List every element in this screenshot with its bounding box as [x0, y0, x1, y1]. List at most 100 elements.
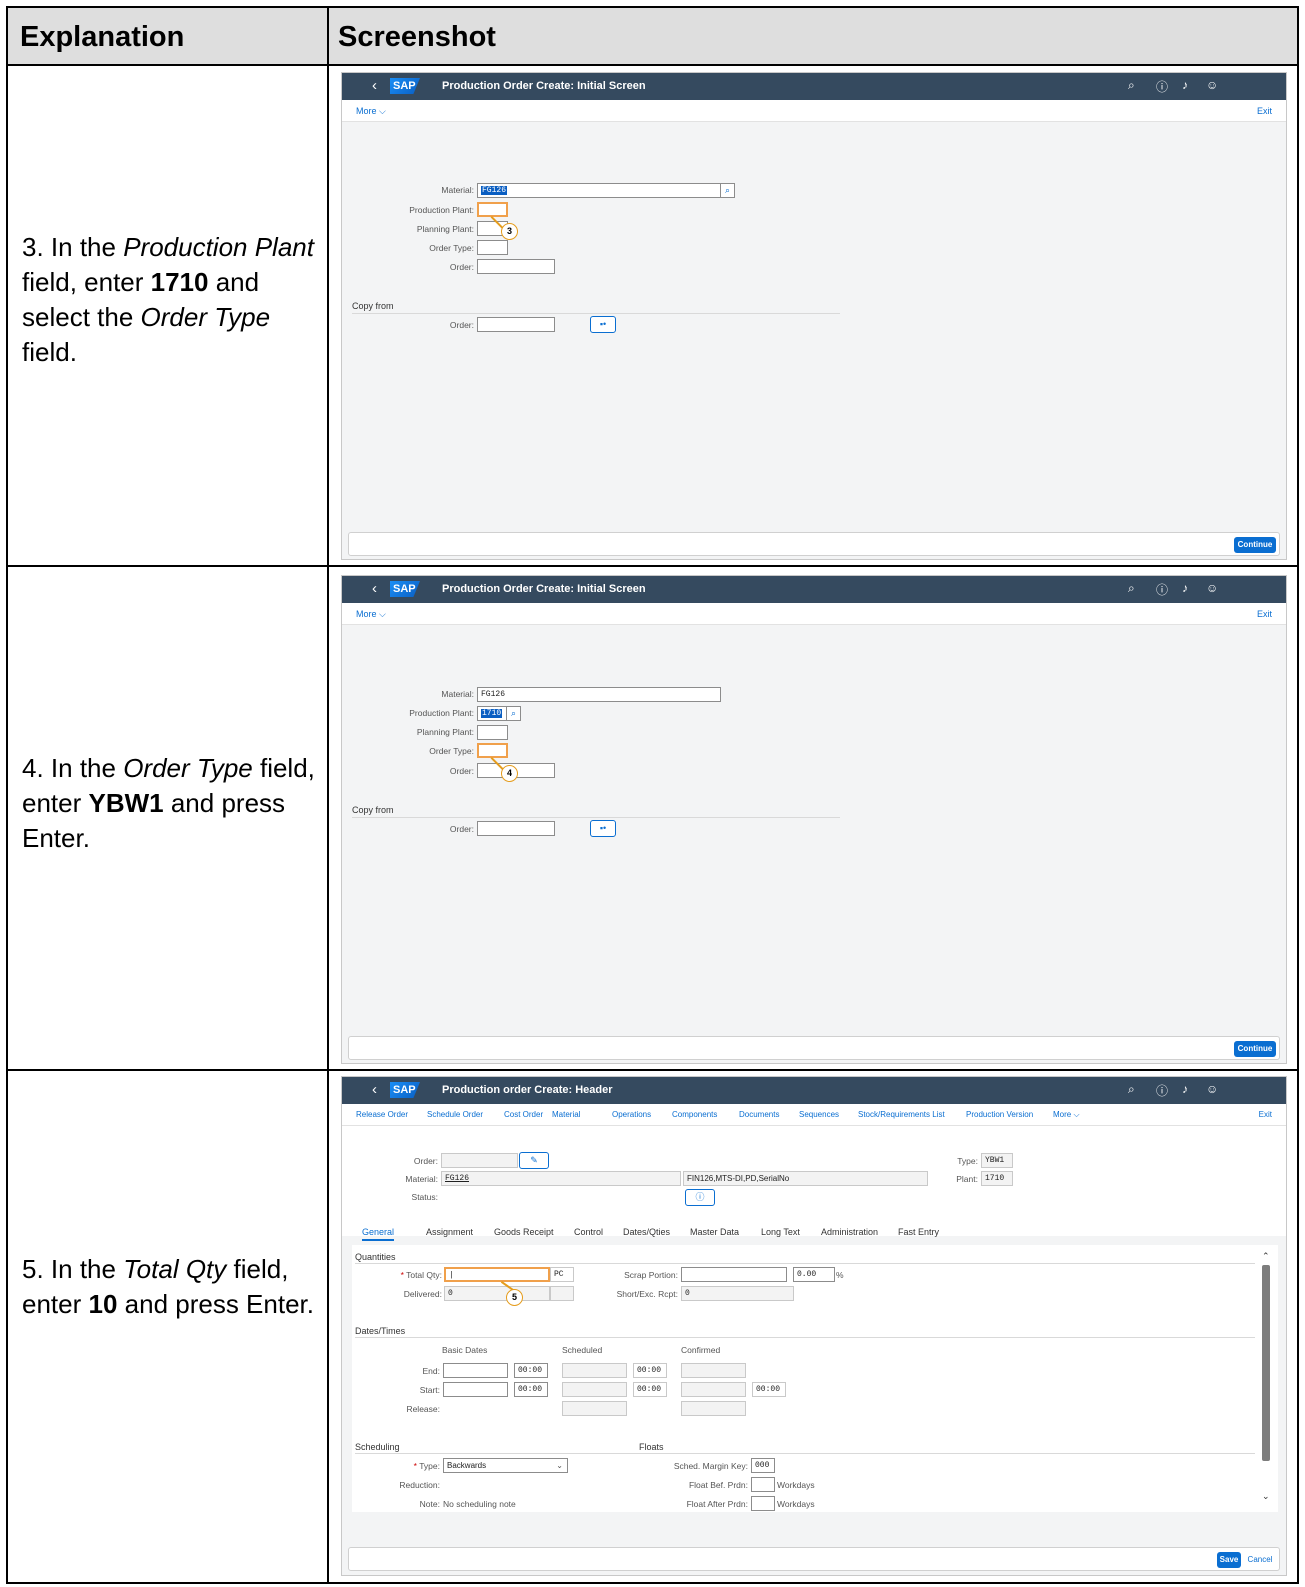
- confirmed-start-time: 00:00: [752, 1382, 786, 1397]
- confirmed-header: Confirmed: [681, 1345, 721, 1355]
- save-button[interactable]: Save: [1217, 1552, 1241, 1568]
- more-menu[interactable]: More ⌵: [356, 609, 386, 620]
- material-value: FG126: [441, 1171, 681, 1186]
- help-icon[interactable]: ⓘ: [1156, 1082, 1168, 1099]
- copy-order-input[interactable]: [477, 821, 555, 836]
- basic-start-time-input[interactable]: 00:00: [514, 1382, 548, 1397]
- tab-general[interactable]: General: [362, 1227, 395, 1241]
- user-icon[interactable]: ☺: [1206, 78, 1218, 92]
- footer-bar: Continue: [348, 1036, 1280, 1060]
- exit-button[interactable]: Exit: [1259, 1110, 1272, 1119]
- tab-fast-entry[interactable]: Fast Entry: [898, 1227, 939, 1237]
- menu-operations[interactable]: Operations: [612, 1110, 651, 1119]
- scheduled-end-time: 00:00: [633, 1363, 667, 1378]
- scrap-percent-input[interactable]: 0.00: [793, 1267, 835, 1282]
- menu-components[interactable]: Components: [672, 1110, 717, 1119]
- menu-documents[interactable]: Documents: [739, 1110, 779, 1119]
- step-4-text: 4. In the Order Type field, enter YBW1 a…: [22, 753, 315, 853]
- production-plant-input[interactable]: [477, 202, 508, 217]
- menu-sequences[interactable]: Sequences: [799, 1110, 839, 1119]
- menu-stock-requirements[interactable]: Stock/Requirements List: [858, 1110, 945, 1119]
- cancel-button[interactable]: Cancel: [1245, 1552, 1275, 1568]
- scrollbar[interactable]: [1262, 1265, 1270, 1461]
- screenshot-step-5: ‹ SAP Production order Create: Header ⌕ …: [341, 1076, 1287, 1576]
- menu-material[interactable]: Material: [552, 1110, 580, 1119]
- user-icon[interactable]: ☺: [1206, 1082, 1218, 1096]
- more-menu[interactable]: More ⌵: [356, 106, 386, 117]
- material-input[interactable]: FG126: [477, 687, 721, 702]
- copy-order-input[interactable]: [477, 317, 555, 332]
- bell-icon[interactable]: ♪: [1182, 581, 1188, 595]
- production-plant-label: Production Plant:: [409, 205, 474, 215]
- scroll-up-icon[interactable]: ⌃: [1262, 1251, 1270, 1262]
- planning-plant-label: Planning Plant:: [416, 224, 474, 234]
- scheduling-type-select[interactable]: Backwards ⌄: [443, 1458, 568, 1473]
- sched-margin-key-input[interactable]: 000: [751, 1458, 775, 1473]
- bell-icon[interactable]: ♪: [1182, 1082, 1188, 1096]
- float-bef-prdn-input[interactable]: [751, 1477, 775, 1492]
- menu-cost-order[interactable]: Cost Order: [504, 1110, 543, 1119]
- exit-button[interactable]: Exit: [1257, 609, 1272, 619]
- shell-bar: ‹ SAP Production Order Create: Initial S…: [342, 576, 1286, 603]
- status-info-button[interactable]: ⓘ: [685, 1189, 715, 1206]
- scroll-down-icon[interactable]: ⌄: [1262, 1491, 1270, 1502]
- continue-button[interactable]: Continue: [1234, 1041, 1276, 1057]
- tab-assignment[interactable]: Assignment: [426, 1227, 473, 1237]
- help-icon[interactable]: ⓘ: [1156, 581, 1168, 598]
- confirmed-release-date: [681, 1401, 746, 1416]
- material-input[interactable]: FG126: [477, 183, 721, 198]
- basic-end-date-input[interactable]: [443, 1363, 508, 1378]
- tab-long-text[interactable]: Long Text: [761, 1227, 800, 1237]
- toolbar: More ⌵ Exit: [342, 100, 1286, 122]
- user-icon[interactable]: ☺: [1206, 581, 1218, 595]
- copy-button[interactable]: ▪•: [590, 316, 616, 333]
- sap-logo: SAP: [390, 581, 420, 597]
- search-icon[interactable]: ⌕: [1128, 78, 1135, 93]
- search-help-icon[interactable]: ⌕: [720, 183, 735, 198]
- copy-button[interactable]: ▪•: [590, 820, 616, 837]
- help-icon[interactable]: ⓘ: [1156, 78, 1168, 95]
- order-label: Order:: [413, 1156, 438, 1166]
- menu-production-version[interactable]: Production Version: [966, 1110, 1033, 1119]
- tab-goods-receipt[interactable]: Goods Receipt: [494, 1227, 554, 1237]
- basic-start-date-input[interactable]: [443, 1382, 508, 1397]
- short-exc-rcpt-value: 0: [681, 1286, 794, 1301]
- col-explanation-header: Explanation: [20, 21, 185, 53]
- scrap-portion-input[interactable]: [681, 1267, 787, 1282]
- order-type-input[interactable]: [477, 743, 508, 758]
- order-type-input[interactable]: [477, 240, 508, 255]
- planning-plant-input[interactable]: [477, 725, 508, 740]
- back-icon[interactable]: ‹: [372, 1081, 377, 1098]
- unit-value: PC: [550, 1267, 574, 1282]
- footer-bar: Continue: [348, 532, 1280, 556]
- scheduled-release-date: [562, 1401, 627, 1416]
- more-menu[interactable]: More ⌵: [1053, 1110, 1080, 1120]
- step-3-text: 3. In the Production Plant field, enter …: [22, 232, 314, 367]
- order-input[interactable]: [477, 259, 555, 274]
- tab-control[interactable]: Control: [574, 1227, 603, 1237]
- search-help-icon[interactable]: ⌕: [506, 706, 521, 721]
- bell-icon[interactable]: ♪: [1182, 78, 1188, 92]
- back-icon[interactable]: ‹: [372, 77, 377, 94]
- continue-button[interactable]: Continue: [1234, 537, 1276, 553]
- edit-order-button[interactable]: ✎: [519, 1152, 549, 1169]
- table-header: Explanation Screenshot: [8, 8, 1297, 66]
- tab-master-data[interactable]: Master Data: [690, 1227, 739, 1237]
- material-label: Material:: [405, 1174, 438, 1184]
- exit-button[interactable]: Exit: [1257, 106, 1272, 116]
- confirmed-end-date: [681, 1363, 746, 1378]
- menu-release-order[interactable]: Release Order: [356, 1110, 408, 1119]
- order-type-label: Order Type:: [429, 243, 474, 253]
- basic-end-time-input[interactable]: 00:00: [514, 1363, 548, 1378]
- floats-heading: Floats: [639, 1442, 664, 1452]
- back-icon[interactable]: ‹: [372, 580, 377, 597]
- sap-logo: SAP: [390, 78, 420, 94]
- float-after-prdn-input[interactable]: [751, 1496, 775, 1511]
- menu-schedule-order[interactable]: Schedule Order: [427, 1110, 483, 1119]
- total-qty-input[interactable]: |: [444, 1267, 550, 1282]
- tab-dates-qties[interactable]: Dates/Qties: [623, 1227, 670, 1237]
- search-icon[interactable]: ⌕: [1128, 1082, 1135, 1097]
- search-icon[interactable]: ⌕: [1128, 581, 1135, 596]
- tab-administration[interactable]: Administration: [821, 1227, 878, 1237]
- production-plant-input[interactable]: 1710: [477, 706, 508, 721]
